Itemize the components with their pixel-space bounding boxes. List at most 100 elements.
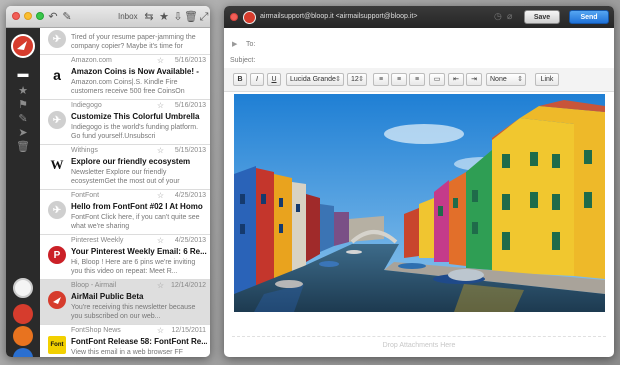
trash-icon[interactable]: 🗑 (6, 140, 40, 153)
compose-window: airmailsupport@bloop.it <airmailsupport@… (224, 6, 614, 357)
message-row[interactable]: ✈ Tired of your resume paper-jamming the… (40, 28, 210, 55)
trash-icon[interactable]: 🗑 (184, 10, 198, 24)
message-date: 12/14/2012 (170, 282, 206, 289)
indent-button[interactable]: ⇥ (466, 73, 482, 86)
message-row[interactable]: P Pinterest Weekly ☆ 4/25/2013 Your Pint… (40, 235, 210, 280)
attachment-drop-divider (232, 336, 606, 337)
message-date: 5/16/2013 (174, 102, 206, 109)
underline-button[interactable]: U (267, 73, 281, 86)
compose-titlebar: airmailsupport@bloop.it <airmailsupport@… (224, 6, 614, 28)
message-subject: FontFont Release 58: FontFont Re... (71, 337, 207, 346)
sender-avatar: ✈ (48, 111, 66, 129)
inbox-titlebar: ↶ ✎ Inbox ⇆ ★ ⇩ 🗑 ⤢ (6, 6, 210, 28)
message-sender: Amazon.com (71, 57, 112, 64)
drop-attachments-zone[interactable]: Drop Attachments Here (224, 342, 614, 349)
to-label: To: (246, 41, 256, 48)
sent-icon[interactable]: ➤ (6, 126, 40, 139)
message-subject: AirMail Public Beta (71, 292, 144, 301)
starred-icon[interactable]: ★ (6, 84, 40, 97)
italic-button[interactable]: I (250, 73, 264, 86)
drafts-pencil-icon[interactable]: ✎ (6, 112, 40, 125)
bold-button[interactable]: B (233, 73, 247, 86)
time-icon[interactable]: ◷ (494, 11, 502, 22)
star-icon[interactable]: ☆ (157, 56, 164, 65)
message-preview: Amazon.com Coins|.S. Kindle Fire custome… (71, 79, 185, 95)
star-icon[interactable]: ☆ (157, 146, 164, 155)
account-avatar-3[interactable] (13, 326, 33, 346)
pinterest-logo-icon: P (48, 246, 66, 264)
list-style-select[interactable]: None (486, 73, 526, 86)
send-button[interactable]: Send (569, 10, 609, 24)
message-row[interactable]: ✈ FontFont ☆ 4/25/2013 Hello from FontFo… (40, 190, 210, 235)
message-date: 5/15/2013 (174, 147, 206, 154)
airmail-logo-icon (48, 291, 66, 309)
account-avatar-4[interactable] (13, 348, 33, 357)
message-preview: FontFont Click here, if you can't quite … (71, 214, 200, 230)
star-icon[interactable]: ☆ (157, 236, 164, 245)
align-right-button[interactable]: ≡ (409, 73, 425, 86)
withings-logo-icon: W (48, 156, 66, 174)
message-sender: Bloop - Airmail (71, 282, 117, 289)
message-preview: Tired of your resume paper-jamming the c… (71, 34, 196, 50)
font-family-select[interactable]: Lucida Grande (286, 73, 344, 86)
inbox-window: ↶ ✎ Inbox ⇆ ★ ⇩ 🗑 ⤢ ▬ ★ ⚑ ✎ ➤ 🗑 ✈ Tired … (6, 6, 210, 357)
star-icon[interactable]: ☆ (157, 101, 164, 110)
subject-label: Subject: (230, 57, 256, 64)
message-subject: Your Pinterest Weekly Email: 6 Re... (71, 247, 207, 256)
outdent-button[interactable]: ⇤ (448, 73, 464, 86)
message-preview: Newsletter Explore our friendly ecosyste… (71, 169, 180, 185)
message-preview: Indiegogo is the world's funding platfor… (71, 124, 199, 140)
inline-photo[interactable] (234, 94, 605, 312)
message-row[interactable]: Font FontShop News ☆ 12/15/2011 FontFont… (40, 325, 210, 357)
star-icon[interactable]: ☆ (157, 326, 164, 335)
message-date: 4/25/2013 (174, 192, 206, 199)
from-account-avatar[interactable] (243, 11, 256, 24)
message-date: 5/16/2013 (174, 57, 206, 64)
attach-icon[interactable]: ⌀ (507, 11, 512, 22)
message-subject: Amazon Coins is Now Available! - (71, 67, 199, 76)
close-window-button[interactable] (12, 12, 20, 20)
star-icon[interactable]: ★ (157, 10, 171, 24)
align-center-button[interactable]: ≡ (391, 73, 407, 86)
align-left-button[interactable]: ≡ (373, 73, 389, 86)
star-icon[interactable]: ☆ (157, 281, 164, 290)
message-subject: Customize This Colorful Umbrella (71, 112, 200, 121)
account-avatar-1[interactable] (13, 278, 33, 298)
format-toolbar: B I U Lucida Grande 12 ≡ ≡ ≡ ▭ ⇤ ⇥ None … (224, 68, 614, 92)
expand-icon[interactable]: ⤢ (197, 10, 210, 24)
compose-icon[interactable]: ✎ (60, 10, 74, 24)
account-avatar-2[interactable] (13, 304, 33, 324)
reply-icon[interactable]: ⇆ (142, 10, 156, 24)
message-row-selected[interactable]: Bloop - Airmail ☆ 12/14/2012 AirMail Pub… (40, 280, 210, 325)
minimize-window-button[interactable] (24, 12, 32, 20)
message-sender: FontFont (71, 192, 100, 199)
sidebar: ▬ ★ ⚑ ✎ ➤ 🗑 (6, 28, 40, 357)
message-row[interactable]: a Amazon.com ☆ 5/16/2013 Amazon Coins is… (40, 55, 210, 100)
message-sender: Withings (71, 147, 98, 154)
sender-avatar: ✈ (48, 201, 66, 219)
close-window-button[interactable] (230, 13, 238, 21)
message-sender: Pinterest Weekly (71, 237, 124, 244)
save-button[interactable]: Save (524, 10, 560, 24)
inbox-tray-icon[interactable]: ▬ (6, 68, 40, 80)
from-address[interactable]: airmailsupport@bloop.it <airmailsupport@… (260, 13, 417, 20)
message-row[interactable]: ✈ Indiegogo ☆ 5/16/2013 Customize This C… (40, 100, 210, 145)
undo-icon[interactable]: ↶ (46, 10, 60, 24)
message-row[interactable]: W Withings ☆ 5/15/2013 Explore our frien… (40, 145, 210, 190)
font-size-select[interactable]: 12 (347, 73, 367, 86)
block-quote-button[interactable]: ▭ (429, 73, 445, 86)
message-date: 12/15/2011 (171, 327, 206, 334)
archive-icon[interactable]: ⇩ (171, 10, 185, 24)
window-controls (12, 12, 44, 20)
message-subject: Explore our friendly ecosystem (71, 157, 191, 166)
airmail-account-icon[interactable] (11, 34, 35, 58)
message-preview: You're receiving this newsletter because… (71, 304, 196, 320)
disclosure-arrow-icon[interactable]: ▶ (232, 40, 237, 48)
fontshop-logo-icon: Font (48, 336, 66, 354)
zoom-window-button[interactable] (36, 12, 44, 20)
link-button[interactable]: Link (535, 73, 559, 86)
message-list: ✈ Tired of your resume paper-jamming the… (40, 28, 210, 357)
star-icon[interactable]: ☆ (157, 191, 164, 200)
message-preview: View this email in a web browser FF (71, 349, 183, 356)
flag-icon[interactable]: ⚑ (6, 98, 40, 111)
